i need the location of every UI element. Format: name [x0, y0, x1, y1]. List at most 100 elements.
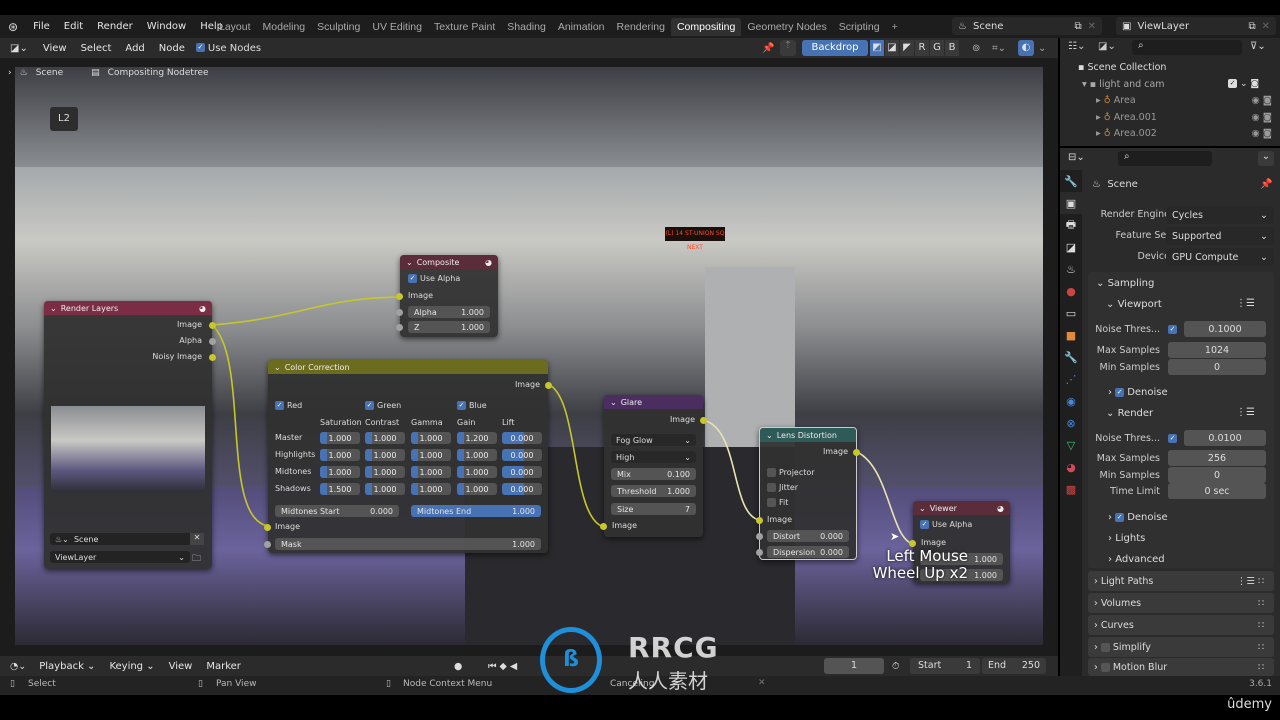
menu-keying[interactable]: Keying ⌄: [102, 661, 161, 672]
node-header[interactable]: ⌄ Color Correction: [268, 360, 548, 374]
glare-type-dropdown[interactable]: Fog Glow ⌄: [611, 434, 696, 446]
exclude-checkbox[interactable]: ✓ ⌄ ◙: [1228, 79, 1259, 89]
green-checkbox[interactable]: ✓ Green: [365, 401, 401, 410]
scene-tab-icon[interactable]: ♨: [1060, 258, 1082, 280]
texture-tab-icon[interactable]: ▩: [1060, 478, 1082, 500]
snap-target-icon[interactable]: ⌗⌄: [992, 43, 1006, 54]
dispersion-field[interactable]: Dispersion 0.000: [767, 546, 849, 558]
lights-subpanel[interactable]: › Lights: [1108, 533, 1145, 544]
add-workspace-button[interactable]: +: [886, 18, 904, 36]
cc-field-highlights-contrast[interactable]: 1.000: [365, 449, 405, 461]
composite-node[interactable]: ⌄ Composite ◕ ✓ Use Alpha Image Alpha 1.000 …: [396, 255, 498, 337]
socket-output-image[interactable]: [545, 382, 552, 389]
curves-panel[interactable]: › Curves ∷: [1088, 615, 1274, 635]
socket-z[interactable]: [396, 324, 403, 331]
viewport-denoise-checkbox[interactable]: › ✓ Denoise: [1108, 387, 1168, 398]
collection-tab-icon[interactable]: ▭: [1060, 302, 1082, 324]
render-engine-dropdown[interactable]: Cycles ⌄: [1166, 206, 1274, 224]
data-tab-icon[interactable]: ▽: [1060, 434, 1082, 456]
tab-modeling[interactable]: Modeling: [257, 18, 312, 36]
tool-tab-icon[interactable]: 🔧: [1060, 170, 1082, 192]
midtones-end-field[interactable]: Midtones End 1.000: [411, 505, 541, 517]
presets-icon[interactable]: ⋮☰: [1236, 298, 1255, 309]
quality-dropdown[interactable]: High ⌄: [611, 451, 696, 463]
tab-animation[interactable]: Animation: [552, 18, 611, 36]
overlays-icon[interactable]: ◐: [1018, 40, 1034, 56]
socket-alpha[interactable]: [209, 338, 216, 345]
render-min-samples-field[interactable]: 0: [1168, 467, 1266, 483]
cc-field-midtones-lift[interactable]: 0.000: [502, 466, 542, 478]
scene-selector[interactable]: ♨ Scene ⧉ ✕: [952, 17, 1102, 35]
volumes-panel[interactable]: › Volumes ∷: [1088, 593, 1274, 613]
outliner-item[interactable]: ▸ ♁ Area ◉ ◙: [1096, 95, 1276, 106]
tab-compositing[interactable]: Compositing: [670, 17, 742, 36]
fit-checkbox[interactable]: Fit: [767, 498, 788, 507]
cc-field-midtones-contrast[interactable]: 1.000: [365, 466, 405, 478]
object-tab-icon[interactable]: ■: [1060, 324, 1082, 346]
cc-field-highlights-gamma[interactable]: 1.000: [411, 449, 451, 461]
viewport-subpanel-header[interactable]: ⌄ Viewport: [1106, 299, 1162, 310]
node-editor[interactable]: (L) 14 ST-UNION SQ NEXT L2 › ♨ Scene ▤ C…: [0, 58, 1058, 656]
jitter-checkbox[interactable]: Jitter: [767, 483, 798, 492]
menu-view[interactable]: View: [36, 43, 74, 54]
socket-input-image[interactable]: [600, 523, 607, 530]
cc-field-master-saturation[interactable]: 1.000: [320, 432, 360, 444]
physics-tab-icon[interactable]: ◉: [1060, 390, 1082, 412]
socket-image[interactable]: [209, 322, 216, 329]
cc-field-midtones-gain[interactable]: 1.000: [457, 466, 497, 478]
close-icon[interactable]: ✕: [1088, 21, 1096, 32]
cc-field-midtones-saturation[interactable]: 1.000: [320, 466, 360, 478]
backdrop-color-icon[interactable]: ◪: [885, 40, 899, 56]
mask-field[interactable]: Mask 1.000: [275, 538, 541, 550]
stopwatch-icon[interactable]: ⏱: [892, 661, 899, 672]
tab-shading[interactable]: Shading: [501, 18, 552, 36]
node-header[interactable]: ⌄ Render Layers ◕: [44, 301, 212, 315]
use-nodes-checkbox[interactable]: ✓ Use Nodes: [192, 43, 261, 54]
blender-logo-icon[interactable]: ⊛: [0, 20, 26, 34]
socket-input-image[interactable]: [756, 517, 763, 524]
filter-icon[interactable]: ⊽⌄: [1250, 41, 1266, 52]
cc-field-midtones-gamma[interactable]: 1.000: [411, 466, 451, 478]
view-layer-dropdown[interactable]: ViewLayer ⌄: [50, 551, 190, 563]
options-dropdown-icon[interactable]: ⌄: [1258, 151, 1274, 166]
snap-icon[interactable]: ⊚: [972, 43, 980, 54]
parent-node-tree-icon[interactable]: ⇡: [780, 40, 796, 56]
collection-row[interactable]: ▾ ▪ light and cam: [1082, 79, 1165, 90]
pin-icon[interactable]: 📌: [762, 43, 774, 54]
menu-node[interactable]: Node: [152, 43, 192, 54]
pin-icon[interactable]: 📌: [1260, 179, 1272, 190]
socket-image[interactable]: [396, 293, 403, 300]
menu-select[interactable]: Select: [74, 43, 119, 54]
view-layer-tab-icon[interactable]: ◪: [1060, 236, 1082, 258]
new-view-layer-icon[interactable]: ⧉: [1248, 21, 1255, 32]
motion-blur-panel[interactable]: › Motion Blur ∷: [1088, 658, 1274, 676]
use-alpha-checkbox[interactable]: ✓ Use Alpha: [408, 274, 460, 283]
presets-icon[interactable]: ⋮☰: [1236, 407, 1255, 418]
cc-field-master-gain[interactable]: 1.200: [457, 432, 497, 444]
use-alpha-checkbox[interactable]: ✓ Use Alpha: [920, 520, 972, 529]
glare-node[interactable]: ⌄ Glare Image Fog Glow ⌄ High ⌄ Mix 0.100 Th…: [600, 395, 707, 537]
auto-keying-icon[interactable]: ●: [454, 661, 462, 672]
properties-search-input[interactable]: ⌕: [1118, 151, 1212, 166]
tab-sculpting[interactable]: Sculpting: [311, 18, 366, 36]
backdrop-alpha-icon[interactable]: ◤: [900, 40, 914, 56]
menu-edit[interactable]: Edit: [57, 21, 90, 32]
node-header[interactable]: ⌄ Lens Distortion: [760, 428, 856, 442]
start-frame-field[interactable]: Start 1: [910, 658, 980, 674]
outliner-item[interactable]: ▸ ♁ Area.002 ◉ ◙: [1096, 128, 1276, 139]
editor-type-icon[interactable]: ◔⌄: [0, 661, 32, 672]
cc-field-highlights-lift[interactable]: 0.000: [502, 449, 542, 461]
z-field[interactable]: Z 1.000: [408, 321, 490, 333]
close-icon[interactable]: ✕: [1262, 21, 1270, 32]
node-header[interactable]: ⌄ Viewer ◕: [913, 501, 1010, 515]
modifier-tab-icon[interactable]: 🔧: [1060, 346, 1082, 368]
menu-view[interactable]: View: [162, 661, 200, 672]
end-frame-field[interactable]: End 250: [982, 658, 1046, 674]
advanced-subpanel[interactable]: › Advanced: [1108, 554, 1165, 565]
tab-uv-editing[interactable]: UV Editing: [366, 18, 428, 36]
channel-g[interactable]: G: [930, 40, 944, 56]
particles-tab-icon[interactable]: ⋰: [1060, 368, 1082, 390]
cc-field-master-gamma[interactable]: 1.000: [411, 432, 451, 444]
menu-add[interactable]: Add: [118, 43, 151, 54]
menu-marker[interactable]: Marker: [199, 661, 248, 672]
